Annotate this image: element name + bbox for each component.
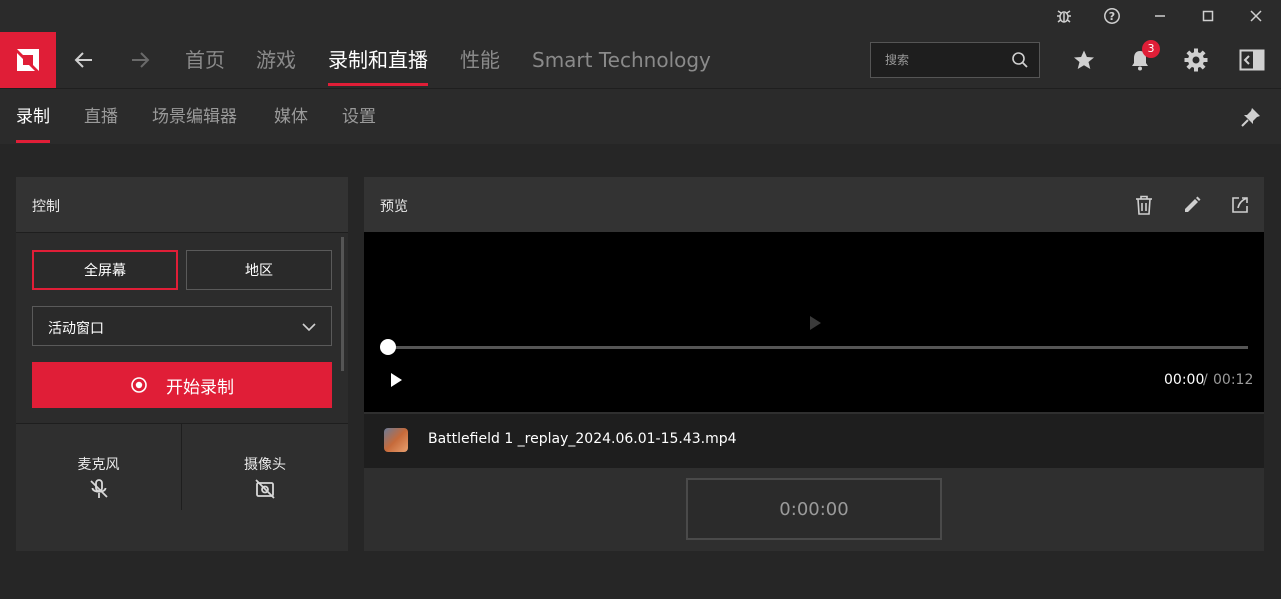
record-icon bbox=[130, 376, 148, 394]
notification-badge: 3 bbox=[1142, 40, 1160, 58]
nav-smart-technology[interactable]: Smart Technology bbox=[532, 46, 711, 86]
edit-pencil-icon[interactable] bbox=[1182, 195, 1202, 219]
control-panel-header: 控制 bbox=[16, 177, 348, 233]
maximize-icon[interactable] bbox=[1196, 4, 1220, 28]
svg-text:?: ? bbox=[1109, 10, 1115, 23]
file-row[interactable]: Battlefield 1 _replay_2024.06.01-15.43.m… bbox=[364, 414, 1264, 468]
timeline-scrubber-handle[interactable] bbox=[380, 339, 396, 355]
control-panel: 控制 全屏幕 地区 活动窗口 开始录制 麦克风 摄像头 bbox=[16, 177, 348, 551]
back-arrow-icon[interactable] bbox=[72, 48, 96, 72]
game-thumbnail-icon bbox=[384, 428, 408, 452]
nav-home[interactable]: 首页 bbox=[185, 46, 225, 86]
microphone-muted-icon bbox=[88, 478, 110, 504]
tab-scene-editor[interactable]: 场景编辑器 bbox=[152, 105, 237, 143]
bug-report-icon[interactable] bbox=[1052, 4, 1076, 28]
microphone-toggle[interactable]: 麦克风 bbox=[16, 424, 181, 510]
window-select-value: 活动窗口 bbox=[48, 321, 104, 337]
region-mode-button[interactable]: 地区 bbox=[186, 250, 332, 290]
scrollbar[interactable] bbox=[341, 237, 344, 371]
minimize-icon[interactable] bbox=[1148, 4, 1172, 28]
current-time: 00:00 bbox=[1164, 372, 1205, 388]
forward-arrow-icon[interactable] bbox=[128, 48, 152, 72]
title-bar: ? bbox=[0, 0, 1281, 32]
control-panel-title: 控制 bbox=[32, 199, 60, 215]
time-separator: / bbox=[1203, 372, 1208, 388]
camera-off-icon bbox=[254, 478, 276, 504]
camera-label: 摄像头 bbox=[244, 457, 286, 473]
fullscreen-mode-button[interactable]: 全屏幕 bbox=[32, 250, 178, 290]
microphone-label: 麦克风 bbox=[77, 457, 120, 473]
share-export-icon[interactable] bbox=[1230, 195, 1250, 219]
start-recording-button[interactable]: 开始录制 bbox=[32, 362, 332, 408]
search-icon[interactable] bbox=[1011, 51, 1029, 73]
sub-navigation: 录制 直播 场景编辑器 媒体 设置 bbox=[0, 88, 1281, 144]
settings-gear-icon[interactable] bbox=[1182, 46, 1210, 74]
favorites-star-icon[interactable] bbox=[1070, 46, 1098, 74]
video-preview[interactable] bbox=[364, 232, 1264, 412]
search-box bbox=[870, 42, 1040, 78]
sidebar-panel-icon[interactable] bbox=[1238, 46, 1266, 74]
nav-games[interactable]: 游戏 bbox=[256, 46, 296, 86]
camera-toggle[interactable]: 摄像头 bbox=[182, 424, 348, 510]
start-recording-label: 开始录制 bbox=[166, 377, 234, 398]
tab-stream[interactable]: 直播 bbox=[84, 105, 118, 143]
close-icon[interactable] bbox=[1244, 4, 1268, 28]
total-time: 00:12 bbox=[1213, 372, 1254, 388]
preview-panel-title: 预览 bbox=[380, 199, 408, 215]
center-play-icon[interactable] bbox=[808, 315, 822, 335]
recording-timer: 0:00:00 bbox=[686, 478, 942, 540]
tab-settings[interactable]: 设置 bbox=[342, 105, 376, 143]
preview-panel-header: 预览 bbox=[364, 177, 1264, 233]
nav-performance[interactable]: 性能 bbox=[460, 46, 500, 86]
amd-logo-icon[interactable] bbox=[0, 32, 56, 88]
nav-record-stream[interactable]: 录制和直播 bbox=[328, 46, 428, 86]
video-timeline[interactable] bbox=[388, 346, 1248, 349]
help-icon[interactable]: ? bbox=[1100, 4, 1124, 28]
top-navigation: 首页 游戏 录制和直播 性能 Smart Technology 3 bbox=[0, 32, 1281, 88]
search-input[interactable] bbox=[871, 43, 1009, 77]
file-name: Battlefield 1 _replay_2024.06.01-15.43.m… bbox=[428, 431, 737, 447]
devices-section: 麦克风 摄像头 bbox=[16, 423, 348, 551]
chevron-down-icon bbox=[301, 319, 317, 339]
play-icon[interactable] bbox=[388, 372, 404, 392]
tab-media[interactable]: 媒体 bbox=[274, 105, 308, 143]
trash-icon[interactable] bbox=[1134, 194, 1154, 220]
tab-record[interactable]: 录制 bbox=[16, 105, 50, 143]
window-select-dropdown[interactable]: 活动窗口 bbox=[32, 306, 332, 346]
pin-icon[interactable] bbox=[1240, 106, 1262, 132]
